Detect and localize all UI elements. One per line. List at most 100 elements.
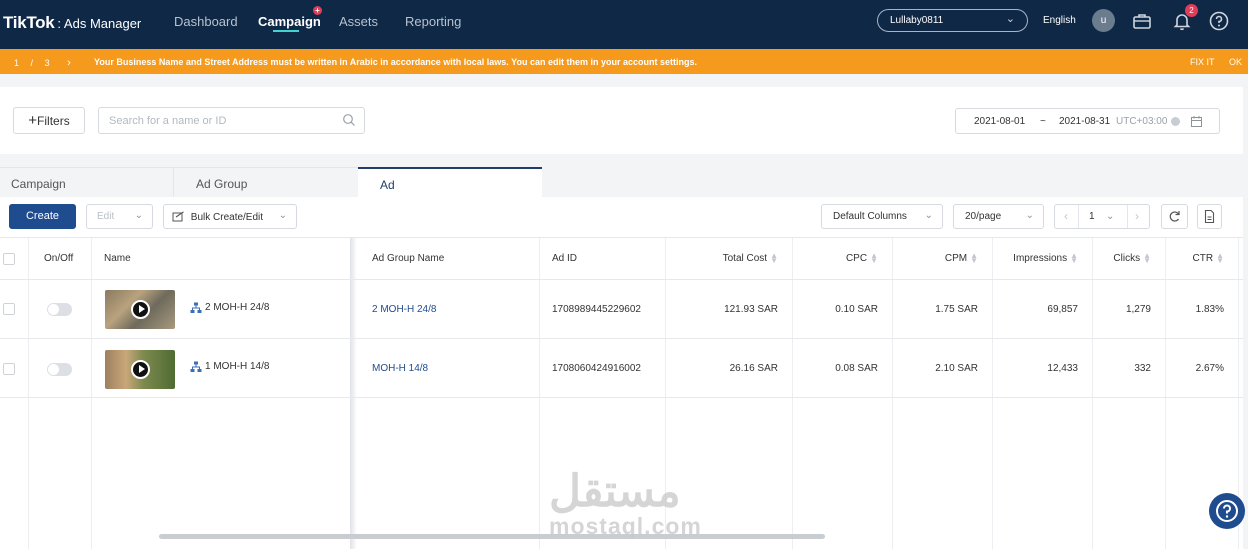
campaign-plus-icon: + <box>313 6 322 15</box>
select-all-checkbox[interactable] <box>3 253 15 265</box>
ad-group-name-link[interactable]: MOH-H 14/8 <box>372 363 428 374</box>
header-clicks-label: Clicks <box>1113 253 1141 264</box>
account-selector[interactable]: Lullaby0811 ⌄ <box>877 9 1028 32</box>
ad-status-toggle[interactable] <box>47 363 72 376</box>
notice-pager-separator: / <box>30 58 34 68</box>
refresh-button[interactable] <box>1161 204 1188 229</box>
tab-ad[interactable]: Ad <box>358 167 542 197</box>
nav-dashboard[interactable]: Dashboard <box>174 14 238 29</box>
ok-link[interactable]: OK <box>1229 57 1242 67</box>
play-icon <box>131 360 150 379</box>
sort-icon: ▲ ▼ <box>770 251 778 266</box>
active-nav-indicator <box>273 30 299 32</box>
row-checkbox[interactable] <box>3 303 15 315</box>
pagination-divider <box>1078 205 1079 228</box>
header-total-cost-label: Total Cost <box>722 253 768 264</box>
header-ad-id: Ad ID <box>552 253 578 264</box>
ad-status-toggle[interactable] <box>47 303 72 316</box>
edit-dropdown[interactable]: Edit ⌄ <box>86 204 153 229</box>
bulk-edit-icon <box>172 211 184 222</box>
current-page[interactable]: 1 <box>1089 211 1095 222</box>
top-navigation: TikTok: Ads Manager Dashboard Campaign +… <box>0 0 1248 49</box>
ad-id: 1708989445229602 <box>552 304 641 315</box>
cpm: 2.10 SAR <box>935 363 978 374</box>
header-ctr-label: CTR <box>1192 253 1214 264</box>
search-placeholder: Search for a name or ID <box>109 115 227 127</box>
date-end: 2021-08-31 <box>1059 116 1111 127</box>
cpc: 0.10 SAR <box>835 304 878 315</box>
header-onoff: On/Off <box>44 253 74 264</box>
notice-pager: 1 / 3 › <box>14 57 71 69</box>
question-icon <box>1216 500 1238 522</box>
create-button[interactable]: Create <box>9 204 76 229</box>
ad-name[interactable]: 2 MOH-H 24/8 <box>205 302 269 313</box>
header-cpm[interactable]: CPM ▲ ▼ <box>910 252 978 265</box>
sort-icon: ▲ ▼ <box>870 251 878 266</box>
ad-video-thumbnail[interactable] <box>105 350 175 389</box>
tab-ad-group[interactable]: Ad Group <box>173 167 358 197</box>
header-total-cost[interactable]: Total Cost ▲ ▼ <box>690 251 778 266</box>
toolbox-icon[interactable] <box>1131 10 1153 32</box>
header-cpm-label: CPM <box>944 253 968 264</box>
refresh-icon <box>1169 211 1180 222</box>
pagination: ‹ 1 ⌄ › <box>1054 204 1150 229</box>
next-page-icon[interactable]: › <box>1135 209 1139 223</box>
ad-video-thumbnail[interactable] <box>105 290 175 329</box>
notice-message: Your Business Name and Street Address mu… <box>94 57 697 67</box>
cpm: 1.75 SAR <box>935 304 978 315</box>
chevron-down-icon: ⌄ <box>278 210 287 221</box>
ad-name[interactable]: 1 MOH-H 14/8 <box>205 361 269 372</box>
help-icon[interactable] <box>1208 10 1230 32</box>
tab-campaign[interactable]: Campaign <box>0 167 173 197</box>
timezone-info-icon <box>1171 117 1180 126</box>
ad-group-name-link[interactable]: 2 MOH-H 24/8 <box>372 304 436 315</box>
nav-campaign[interactable]: Campaign <box>258 14 321 29</box>
notice-banner: 1 / 3 › Your Business Name and Street Ad… <box>0 49 1248 74</box>
table-header: On/Off Name Ad Group Name Ad ID Total Co… <box>0 237 1243 280</box>
header-cpc[interactable]: CPC ▲ ▼ <box>810 251 878 266</box>
watermark-arabic: مستقل <box>549 467 681 516</box>
edit-label: Edit <box>97 211 115 222</box>
chevron-down-icon: ⌄ <box>1005 13 1015 25</box>
chevron-down-icon: ⌄ <box>1025 210 1034 221</box>
sort-icon: ▲ ▼ <box>1143 251 1151 266</box>
avatar[interactable]: u <box>1092 9 1115 32</box>
ad-group-icon <box>190 302 202 313</box>
search-icon <box>343 114 355 126</box>
header-ctr[interactable]: CTR ▲ ▼ <box>1170 251 1224 266</box>
prev-page-icon[interactable]: ‹ <box>1064 209 1068 223</box>
export-button[interactable] <box>1197 204 1222 229</box>
columns-dropdown[interactable]: Default Columns ⌄ <box>821 204 943 229</box>
nav-assets[interactable]: Assets <box>339 14 378 29</box>
notice-pager-current: 1 <box>14 58 20 68</box>
horizontal-scrollbar[interactable] <box>159 534 825 539</box>
play-icon <box>131 300 150 319</box>
tiktok-ads-manager-logo[interactable]: TikTok: Ads Manager <box>3 13 141 33</box>
fix-it-link[interactable]: FIX IT <box>1190 57 1215 67</box>
chevron-down-icon[interactable]: ⌄ <box>1106 211 1114 222</box>
date-range-picker[interactable]: 2021-08-01 ~ 2021-08-31 UTC+03:00 <box>955 108 1220 134</box>
bulk-create-edit-dropdown[interactable]: Bulk Create/Edit ⌄ <box>163 204 297 229</box>
ad-id: 1708060424916002 <box>552 363 641 374</box>
ctr: 1.83% <box>1195 304 1224 315</box>
calendar-icon <box>1191 116 1202 127</box>
logo-suffix: : Ads Manager <box>57 16 142 31</box>
search-input[interactable]: Search for a name or ID <box>98 107 365 134</box>
help-chat-button[interactable] <box>1209 493 1245 529</box>
header-impressions[interactable]: Impressions ▲ ▼ <box>995 252 1078 265</box>
sort-icon: ▲ ▼ <box>1216 251 1224 266</box>
row-checkbox[interactable] <box>3 363 15 375</box>
watermark-latin: mostaql.com <box>549 513 702 539</box>
notice-next-icon[interactable]: › <box>67 57 71 69</box>
filters-button[interactable]: +Filters <box>13 107 85 134</box>
pagination-divider <box>1127 205 1128 228</box>
header-name: Name <box>104 253 131 264</box>
header-impressions-label: Impressions <box>1013 253 1068 264</box>
mostaql-watermark: مستقل mostaql.com <box>549 467 702 539</box>
language-selector[interactable]: English <box>1043 15 1076 26</box>
header-clicks[interactable]: Clicks ▲ ▼ <box>1098 251 1151 266</box>
page-size-dropdown[interactable]: 20/page ⌄ <box>953 204 1044 229</box>
chevron-down-icon: ⌄ <box>924 210 933 221</box>
nav-reporting[interactable]: Reporting <box>405 14 461 29</box>
cpc: 0.08 SAR <box>835 363 878 374</box>
